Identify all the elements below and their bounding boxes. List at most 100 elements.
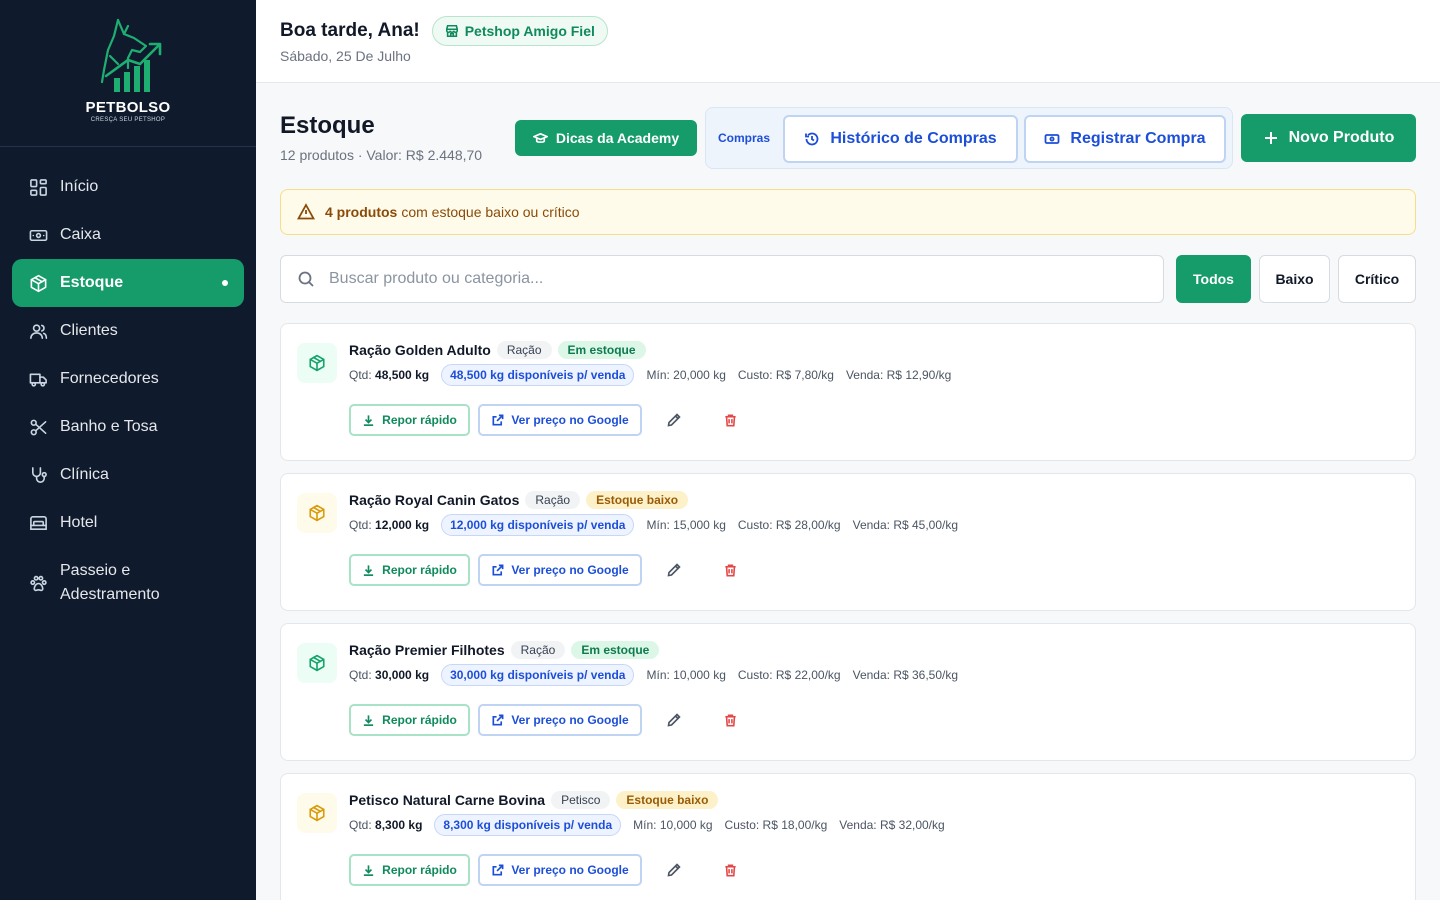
purchase-history-label: Histórico de Compras [830,130,997,147]
delete-product-button[interactable] [720,710,740,730]
sidebar-item-label: Estoque [60,274,124,291]
product-price: Venda: R$ 45,00/kg [852,518,959,532]
delete-product-button[interactable] [720,560,740,580]
brand-tagline: CRESÇA SEU PETSHOP [90,117,166,123]
product-category-badge: Ração [496,341,552,359]
active-indicator [222,280,228,286]
pencil-icon [667,563,681,577]
filter-critical-button[interactable]: Crítico [1338,255,1416,303]
external-link-icon [492,414,504,426]
quick-restock-button[interactable]: Repor rápido [349,404,470,436]
product-name: Petisco Natural Carne Bovina [349,792,546,808]
quick-restock-button[interactable]: Repor rápido [349,854,470,886]
bed-icon [28,513,48,533]
sidebar-item-clinica[interactable]: Clínica [12,451,244,499]
quick-restock-button[interactable]: Repor rápido [349,704,470,736]
product-category-badge: Ração [510,641,566,659]
cash-icon [28,225,48,245]
edit-product-button[interactable] [664,710,684,730]
product-card: Ração Royal Canin Gatos Ração Estoque ba… [280,473,1416,611]
external-link-icon [492,564,504,576]
stock-status-badge: Estoque baixo [586,491,689,509]
delete-product-button[interactable] [720,860,740,880]
petbolso-logo-icon [100,18,162,92]
external-link-icon [492,714,504,726]
pencil-icon [667,863,681,877]
shop-badge[interactable]: Petshop Amigo Fiel [431,16,608,46]
filter-all-button[interactable]: Todos [1176,255,1251,303]
qty-value: 30,000 kg [375,668,430,682]
pencil-icon [667,413,681,427]
product-cost: Custo: R$ 28,00/kg [737,518,841,532]
trash-icon [724,864,736,876]
stock-status-badge: Estoque baixo [616,791,719,809]
register-purchase-button[interactable]: Registrar Compra [1024,115,1226,163]
sidebar: PETBOLSO CRESÇA SEU PETSHOP Início Caixa… [0,0,256,900]
filter-low-button[interactable]: Baixo [1259,255,1330,303]
product-category-badge: Petisco [551,791,611,809]
product-quantity: Qtd: 48,500 kg [349,368,429,382]
product-card: Ração Premier Filhotes Ração Em estoque … [280,623,1416,761]
product-min: Mín: 10,000 kg [633,818,713,832]
google-price-button[interactable]: Ver preço no Google [478,704,642,736]
history-icon [805,132,819,146]
users-icon [28,321,48,341]
google-price-button[interactable]: Ver preço no Google [478,854,642,886]
google-price-button[interactable]: Ver preço no Google [478,554,642,586]
sidebar-item-inicio[interactable]: Início [12,163,244,211]
product-name: Ração Golden Adulto [349,342,491,358]
new-product-button[interactable]: Novo Produto [1241,114,1416,162]
paw-icon [28,573,48,593]
warning-triangle-icon [297,203,315,220]
purchase-history-button[interactable]: Histórico de Compras [783,115,1018,163]
trash-icon [724,564,736,576]
google-price-button[interactable]: Ver preço no Google [478,404,642,436]
download-icon [364,414,374,426]
delete-product-button[interactable] [720,410,740,430]
brand-name: PETBOLSO [85,99,171,116]
sidebar-item-label: Passeio e Adestramento [60,562,160,603]
available-badge: 8,300 kg disponíveis p/ venda [434,814,622,836]
grid-icon [28,177,48,197]
qty-prefix: Qtd: [349,368,372,382]
google-price-label: Ver preço no Google [511,413,629,427]
sidebar-item-passeio-adestramento[interactable]: Passeio e Adestramento [12,547,244,619]
sidebar-item-caixa[interactable]: Caixa [12,211,244,259]
qty-prefix: Qtd: [349,518,372,532]
quick-restock-label: Repor rápido [382,863,457,877]
product-name: Ração Premier Filhotes [349,642,505,658]
plus-icon [1264,132,1277,144]
product-box-icon [297,343,337,383]
sidebar-item-hotel[interactable]: Hotel [12,499,244,547]
alert-count: 4 produtos [325,204,398,220]
scissors-icon [28,417,48,437]
product-price: Venda: R$ 12,90/kg [845,368,952,382]
sidebar-item-fornecedores[interactable]: Fornecedores [12,355,244,403]
external-link-icon [492,864,504,876]
sidebar-item-banho-tosa[interactable]: Banho e Tosa [12,403,244,451]
sidebar-item-estoque[interactable]: Estoque [12,259,244,307]
product-quantity: Qtd: 8,300 kg [349,818,422,832]
page-title: Estoque [280,112,375,139]
product-min: Mín: 15,000 kg [646,518,726,532]
academy-tips-button[interactable]: Dicas da Academy [515,120,697,156]
edit-product-button[interactable] [664,410,684,430]
product-box-icon [297,793,337,833]
quick-restock-label: Repor rápido [382,413,457,427]
pencil-icon [667,713,681,727]
sidebar-item-label: Início [60,178,99,195]
product-price: Venda: R$ 32,00/kg [839,818,945,832]
sidebar-item-clientes[interactable]: Clientes [12,307,244,355]
quick-restock-button[interactable]: Repor rápido [349,554,470,586]
search-input[interactable] [329,270,1129,288]
qty-prefix: Qtd: [349,668,372,682]
edit-product-button[interactable] [664,860,684,880]
alert-message: com estoque baixo ou crítico [401,204,580,220]
edit-product-button[interactable] [664,560,684,580]
sidebar-item-label: Clientes [60,322,118,339]
logo[interactable]: PETBOLSO CRESÇA SEU PETSHOP [0,0,256,147]
quick-restock-label: Repor rápido [382,563,457,577]
product-price: Venda: R$ 36,50/kg [852,668,959,682]
sidebar-nav: Início Caixa Estoque Clientes Fornecedor… [0,147,256,619]
product-min: Mín: 10,000 kg [646,668,726,682]
